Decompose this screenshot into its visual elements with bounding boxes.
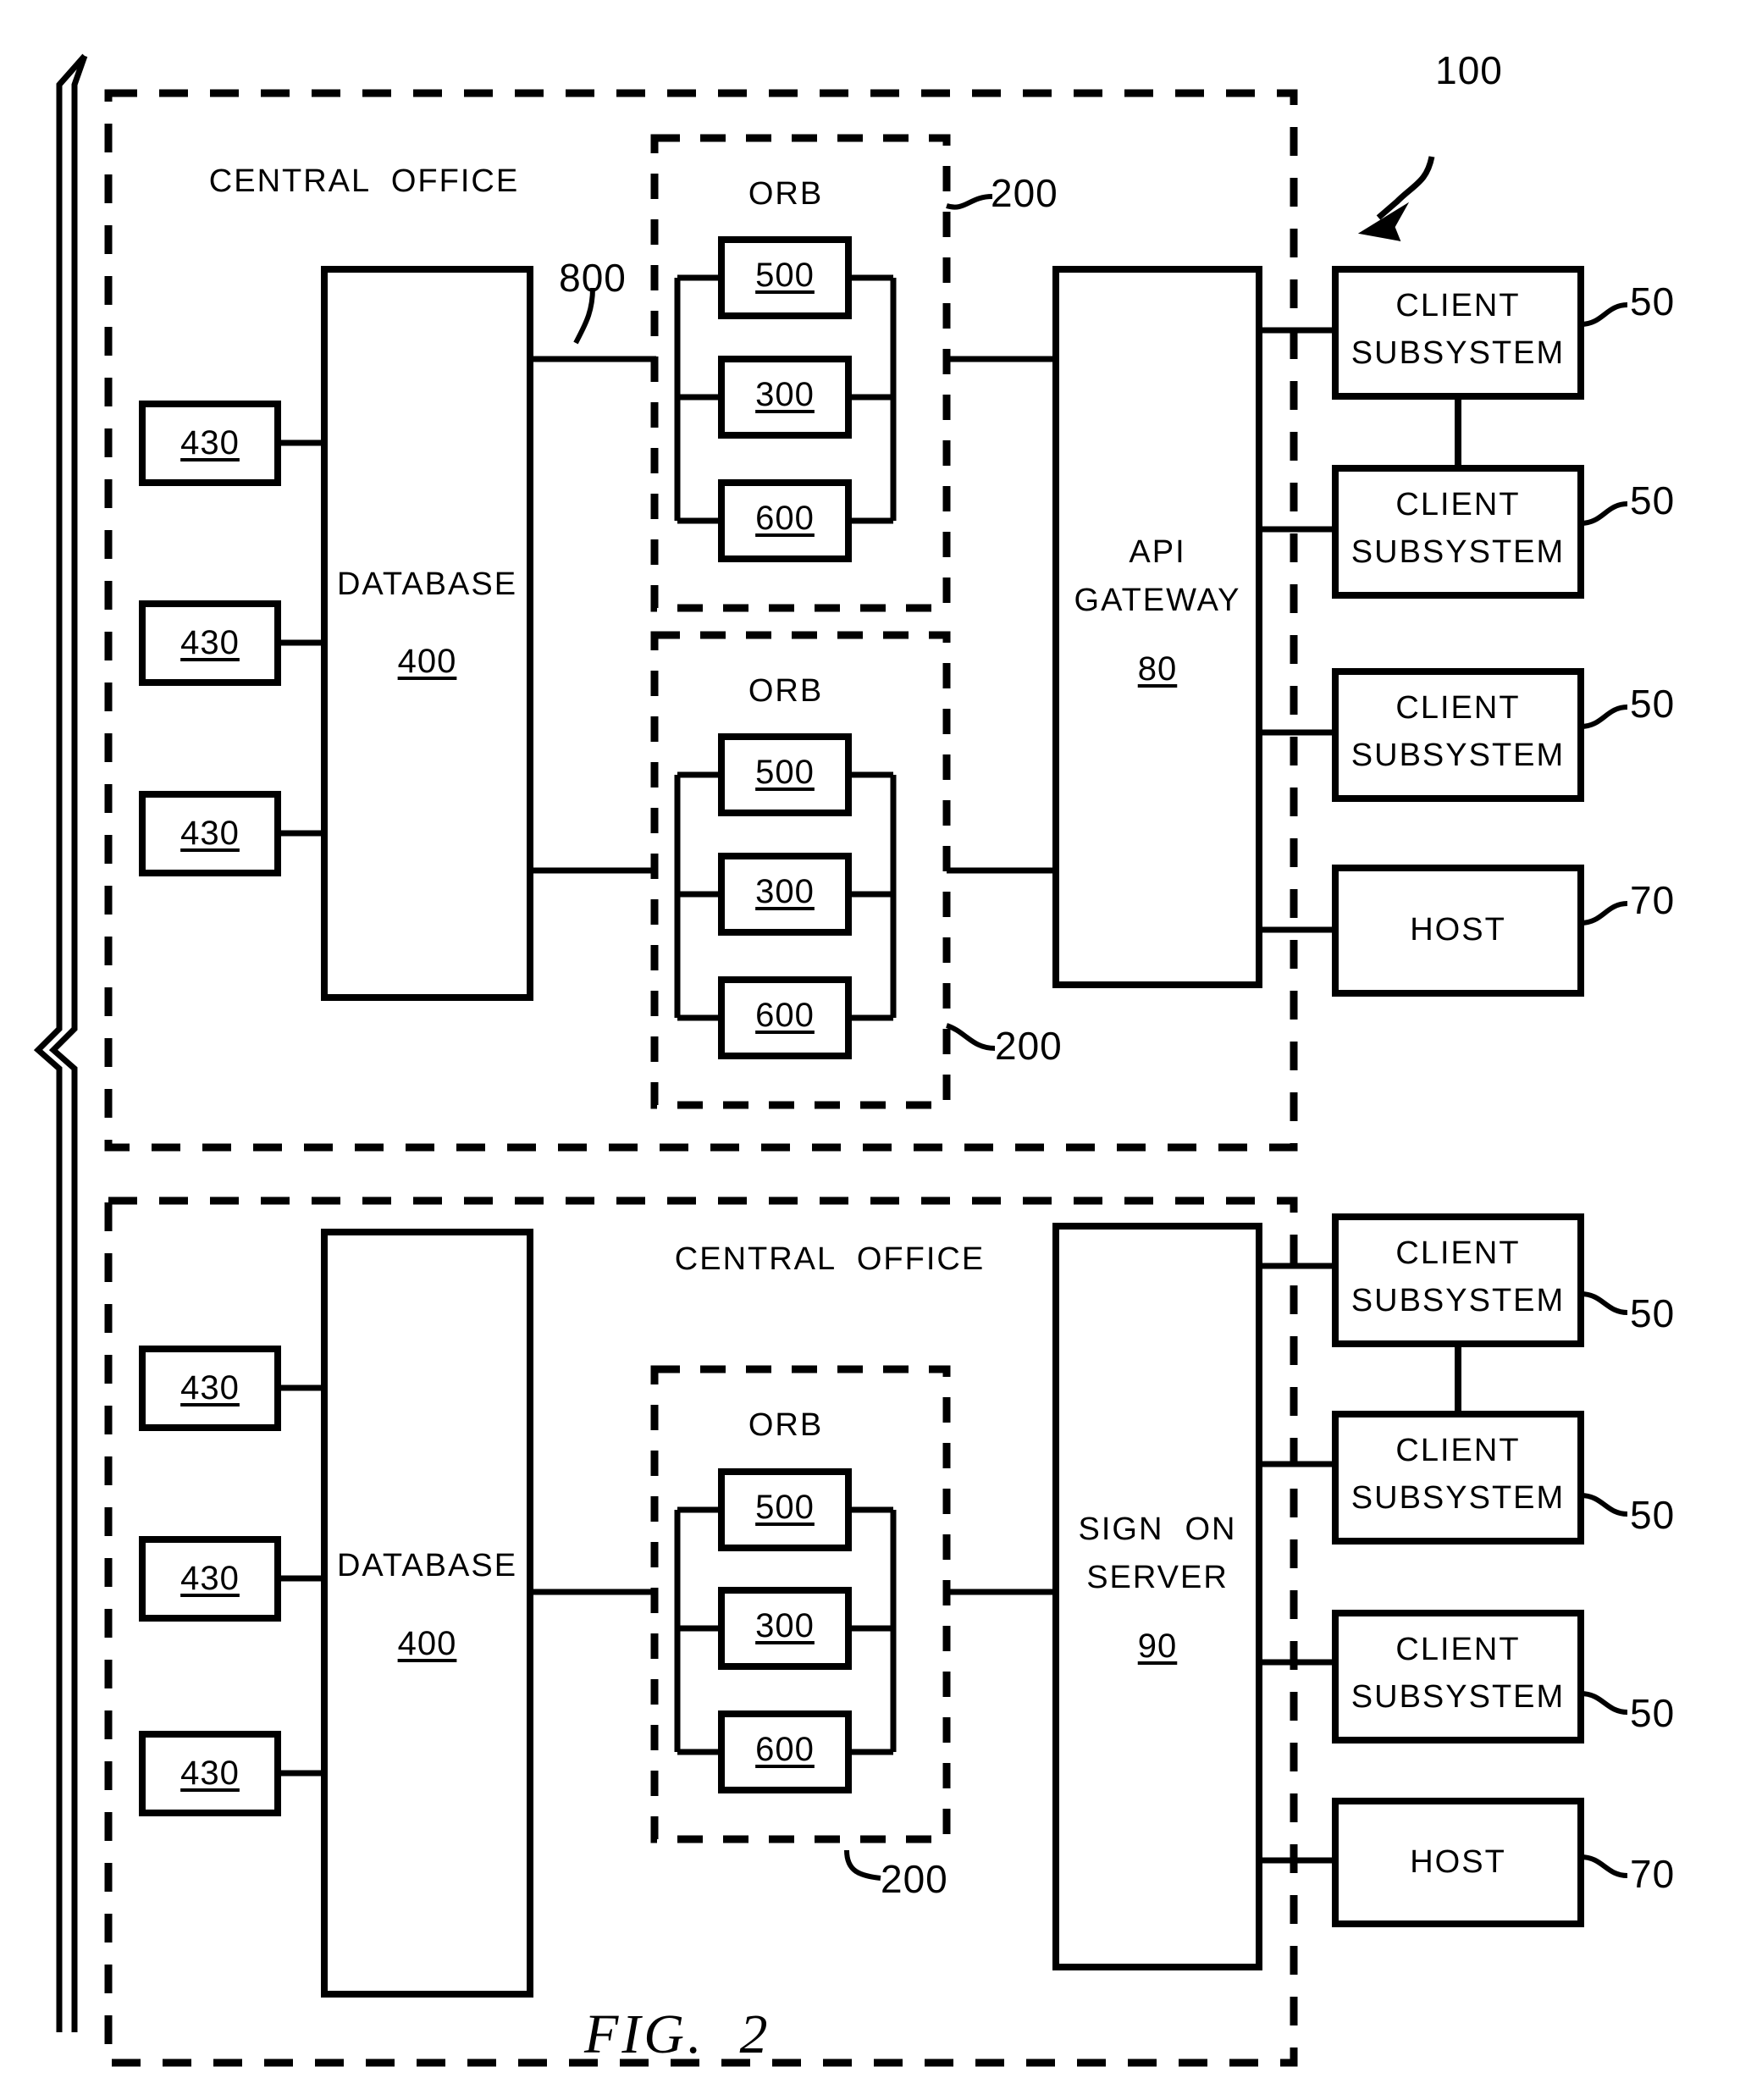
- client-ref-leader: [1580, 1291, 1628, 1315]
- orb-node-ref-label: 300: [755, 1607, 815, 1644]
- client-subsystem-label-line2: SUBSYSTEM: [1350, 1679, 1566, 1715]
- client-subsystem-label-line2: SUBSYSTEM: [1350, 1283, 1566, 1318]
- orb-ref-leader: [946, 194, 993, 210]
- host-ref-leader: [1580, 1854, 1628, 1878]
- database-box: [321, 1229, 533, 1998]
- client-subsystem-label-line2: SUBSYSTEM: [1350, 738, 1566, 773]
- client-ref-label: 50: [1630, 1291, 1676, 1335]
- client-ref-leader: [1580, 501, 1628, 526]
- orb-node-ref-label: 300: [755, 873, 815, 910]
- api-gateway-box: [1052, 266, 1262, 988]
- api-gateway-ref-label: 80: [1137, 650, 1178, 688]
- api-gateway-label-line2: GATEWAY: [1074, 583, 1241, 618]
- client-subsystem-label-line1: CLIENT: [1395, 487, 1521, 522]
- sign-on-server-ref-label: 90: [1137, 1628, 1178, 1665]
- orb-label: ORB: [748, 176, 824, 212]
- database-box: [321, 266, 533, 1001]
- database-label: DATABASE: [336, 566, 518, 602]
- client-ref-label: 50: [1630, 279, 1676, 323]
- client-subsystem-label-line1: CLIENT: [1395, 1632, 1521, 1667]
- orb-node-ref-label: 500: [755, 257, 815, 294]
- client-ref-label: 50: [1630, 1493, 1676, 1537]
- client-subsystem-label-line2: SUBSYSTEM: [1350, 1480, 1566, 1516]
- client-subsystem-label-line1: CLIENT: [1395, 288, 1521, 323]
- host-ref-label: 70: [1630, 878, 1676, 922]
- client-ref-label: 50: [1630, 682, 1676, 726]
- client-ref-leader: [1580, 1493, 1628, 1517]
- terminal-ref-label: 430: [180, 624, 240, 661]
- orb-label: ORB: [748, 673, 824, 709]
- orb-node-ref-label: 500: [755, 1489, 815, 1526]
- terminal-ref-label: 430: [180, 815, 240, 852]
- host-label: HOST: [1410, 912, 1506, 948]
- terminal-connector: [278, 1384, 324, 1777]
- client-subsystem-label-line1: CLIENT: [1395, 690, 1521, 726]
- terminal-ref-label: 430: [180, 424, 240, 461]
- top-central-office-title: CENTRAL OFFICE: [208, 163, 520, 199]
- sign-on-server-box: [1052, 1223, 1262, 1970]
- orb-ref-leader: [945, 1023, 996, 1051]
- client-subsystem-label-line1: CLIENT: [1395, 1433, 1521, 1468]
- system-ref-label: 100: [1435, 48, 1503, 92]
- client-ref-leader: [1580, 705, 1628, 729]
- host-label: HOST: [1410, 1844, 1506, 1880]
- orb-node-ref-label: 600: [755, 500, 815, 537]
- client-ref-leader: [1580, 302, 1628, 327]
- terminal-ref-label: 430: [180, 1755, 240, 1792]
- host-ref-leader: [1580, 901, 1628, 926]
- patent-figure-canvas: 100 CENTRAL OFFICE 430 430 430 DATABASE …: [0, 0, 1762, 2100]
- terminal-ref-label: 430: [180, 1369, 240, 1406]
- sheet-break-marker: [33, 53, 88, 2032]
- bottom-central-office-title: CENTRAL OFFICE: [674, 1241, 986, 1277]
- figure-caption: FIG. 2: [584, 2003, 771, 2065]
- sign-on-server-label-line2: SERVER: [1086, 1560, 1229, 1595]
- client-subsystem-label-line1: CLIENT: [1395, 1235, 1521, 1271]
- orb-ref-label: 200: [991, 171, 1058, 215]
- orb-gateway-link: [947, 356, 1056, 874]
- client-ref-leader: [1580, 1691, 1628, 1715]
- client-ref-label: 50: [1630, 1691, 1676, 1735]
- sign-on-server-label-line1: SIGN ON: [1078, 1511, 1237, 1547]
- orb-ref-label: 200: [995, 1024, 1063, 1068]
- database-label: DATABASE: [336, 1548, 518, 1583]
- orb-ref-label: 200: [881, 1857, 948, 1901]
- database-orb-bus: [530, 356, 656, 874]
- orb-label: ORB: [748, 1407, 824, 1443]
- orb-ref-leader: [844, 1849, 881, 1881]
- terminal-connector: [278, 439, 324, 837]
- orb-node-ref-label: 600: [755, 997, 815, 1034]
- client-subsystem-label-line2: SUBSYSTEM: [1350, 534, 1566, 570]
- orb-node-ref-label: 500: [755, 754, 815, 791]
- orb-node-ref-label: 300: [755, 376, 815, 413]
- api-gateway-label-line1: API: [1129, 534, 1186, 570]
- client-subsystem-label-line2: SUBSYSTEM: [1350, 335, 1566, 371]
- client-ref-label: 50: [1630, 478, 1676, 522]
- database-ref-label: 400: [397, 1625, 457, 1662]
- bus-ref-label: 800: [559, 256, 627, 300]
- terminal-ref-label: 430: [180, 1560, 240, 1597]
- database-ref-label: 400: [397, 643, 457, 680]
- orb-node-ref-label: 600: [755, 1731, 815, 1768]
- host-ref-label: 70: [1630, 1852, 1676, 1896]
